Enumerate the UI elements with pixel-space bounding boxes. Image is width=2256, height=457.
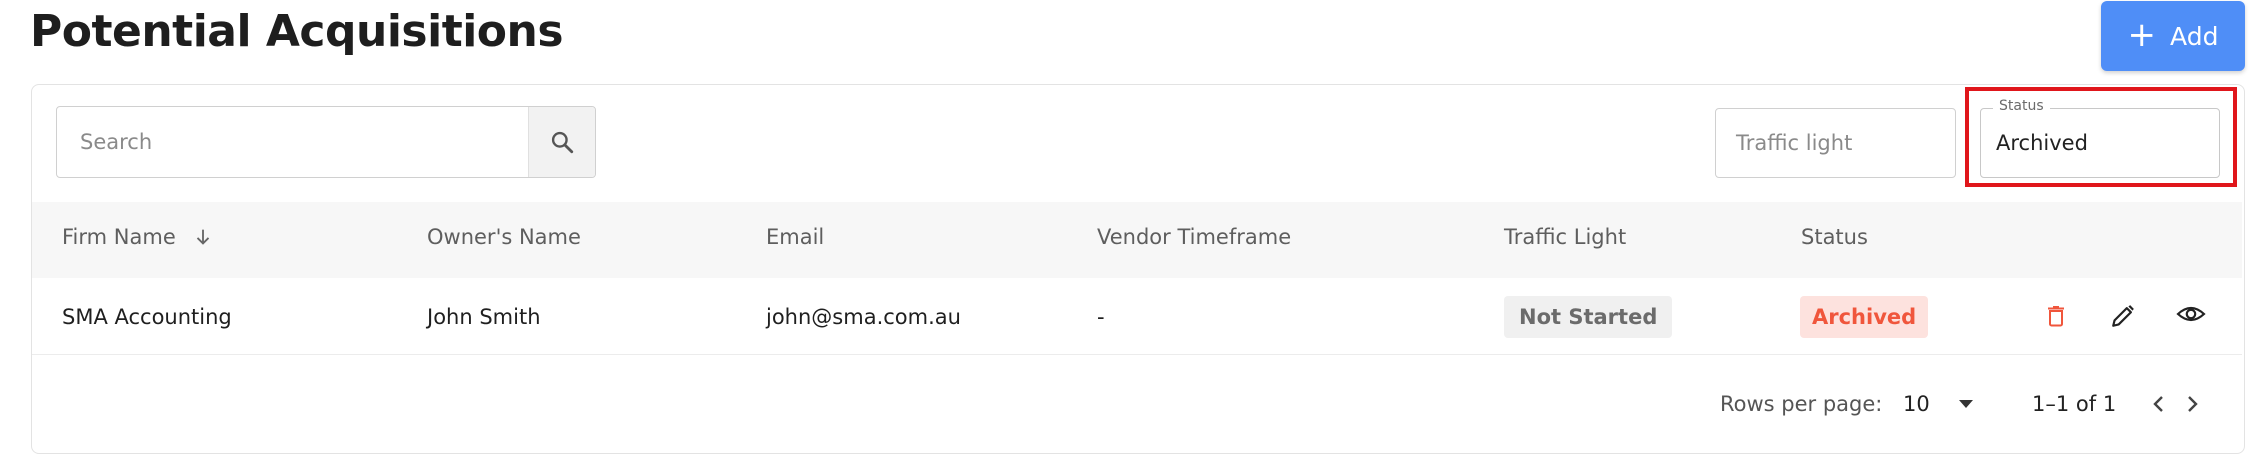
column-header-firm-name[interactable]: Firm Name <box>62 225 214 249</box>
search-field[interactable]: Search <box>56 106 596 178</box>
rows-per-page-label: Rows per page: <box>1720 392 1883 416</box>
add-button-label: Add <box>2170 21 2219 51</box>
arrow-down-icon[interactable] <box>192 226 214 248</box>
traffic-light-badge: Not Started <box>1504 296 1673 338</box>
caret-down-icon <box>1959 400 1974 408</box>
column-header-email: Email <box>766 225 825 249</box>
next-page-button[interactable] <box>2181 391 2205 417</box>
chevron-right-icon <box>2188 396 2198 412</box>
status-filter-value: Archived <box>1996 131 2088 155</box>
pagination-range: 1–1 of 1 <box>2032 392 2117 416</box>
plus-icon: + <box>2127 14 2157 55</box>
status-badge: Archived <box>1800 296 1929 338</box>
add-button[interactable]: + Add <box>2101 1 2245 71</box>
trash-icon <box>2048 306 2064 327</box>
cell-vendor-timeframe: - <box>1097 305 1105 329</box>
view-button[interactable] <box>2173 298 2209 330</box>
search-icon <box>551 131 574 154</box>
search-input[interactable]: Search <box>57 107 528 177</box>
rows-per-page-select[interactable]: 10 <box>1903 392 1974 416</box>
cell-owner-name: John Smith <box>427 305 541 329</box>
row-divider <box>32 354 2242 355</box>
column-header-owner-name: Owner's Name <box>427 225 581 249</box>
rows-per-page-value: 10 <box>1903 392 1930 416</box>
status-filter[interactable]: Status Archived <box>1980 98 2220 178</box>
cell-email: john@sma.com.au <box>766 305 961 329</box>
eye-icon <box>2176 306 2206 322</box>
edit-button[interactable] <box>2107 300 2139 332</box>
column-header-traffic-light: Traffic Light <box>1504 225 1627 249</box>
column-header-label: Firm Name <box>62 225 176 249</box>
page-title: Potential Acquisitions <box>30 6 564 57</box>
column-header-vendor-timeframe: Vendor Timeframe <box>1097 225 1292 249</box>
delete-button[interactable] <box>2040 300 2072 332</box>
cell-firm-name: SMA Accounting <box>62 305 232 329</box>
status-filter-label: Status <box>1993 98 2050 114</box>
search-button[interactable] <box>528 107 595 177</box>
traffic-light-filter[interactable]: Traffic light <box>1715 108 1956 178</box>
previous-page-button[interactable] <box>2146 391 2170 417</box>
chevron-left-icon <box>2153 396 2163 412</box>
column-header-status: Status <box>1801 225 1868 249</box>
pencil-icon <box>2112 305 2134 327</box>
